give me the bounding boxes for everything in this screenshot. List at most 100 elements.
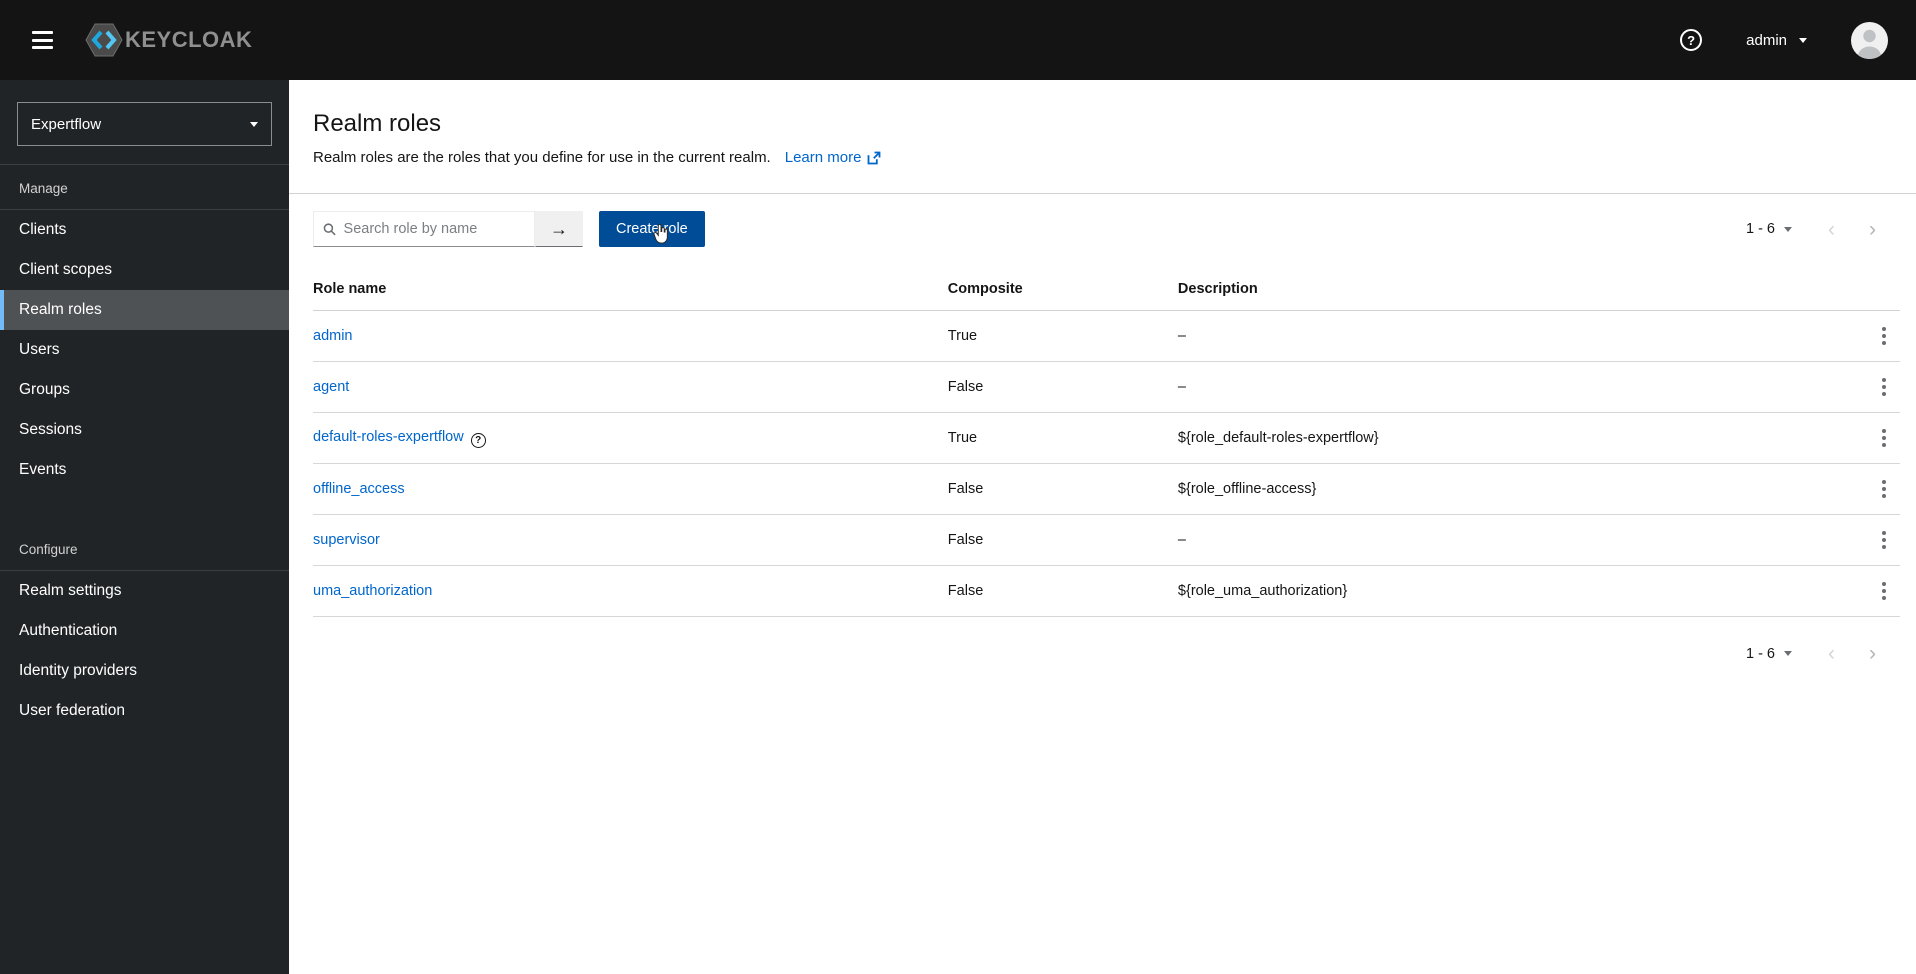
column-description: Description bbox=[1177, 273, 1854, 311]
sidebar-item-events[interactable]: Events bbox=[0, 450, 289, 490]
kebab-menu-button[interactable] bbox=[1874, 526, 1894, 554]
pagination-next-button[interactable]: › bbox=[1859, 219, 1886, 240]
pagination-top: 1 - 6 ‹ › bbox=[1746, 219, 1900, 240]
app-window: KEYCLOAK ? admin Expertflow Manage Clien… bbox=[0, 0, 1916, 974]
kebab-menu-button[interactable] bbox=[1874, 373, 1894, 401]
pagination-bottom: 1 - 6 ‹ › bbox=[289, 617, 1916, 664]
kebab-menu-button[interactable] bbox=[1874, 322, 1894, 350]
chevron-down-icon bbox=[1784, 226, 1792, 232]
sidebar-item-user-federation[interactable]: User federation bbox=[0, 691, 289, 731]
realm-selector-block: Expertflow bbox=[0, 102, 289, 165]
search-box bbox=[313, 211, 535, 247]
composite-cell: True bbox=[947, 310, 1178, 362]
description-cell: – bbox=[1177, 514, 1854, 566]
pagination-prev-button[interactable]: ‹ bbox=[1818, 219, 1845, 240]
actions-cell bbox=[1854, 463, 1900, 515]
role-name-cell: agent bbox=[313, 361, 948, 413]
composite-cell: False bbox=[947, 361, 1178, 413]
roles-table-body: admin True – agent False – default-roles-exper… bbox=[313, 310, 1900, 617]
learn-more-link[interactable]: Learn more bbox=[785, 149, 882, 166]
description-cell: ${role_uma_authorization} bbox=[1177, 565, 1854, 617]
create-role-label: Create role bbox=[616, 221, 688, 237]
search-submit-button[interactable]: → bbox=[535, 211, 583, 247]
sidebar-item-sessions[interactable]: Sessions bbox=[0, 410, 289, 450]
page-subtitle: Realm roles are the roles that you defin… bbox=[313, 149, 1892, 166]
table-row: supervisor False – bbox=[313, 514, 1900, 566]
sidebar-item-identity-providers[interactable]: Identity providers bbox=[0, 651, 289, 691]
page-description: Realm roles are the roles that you defin… bbox=[313, 149, 771, 166]
external-link-icon bbox=[868, 151, 881, 164]
sidebar-item-realm-roles[interactable]: Realm roles bbox=[0, 290, 289, 330]
composite-cell: True bbox=[947, 412, 1178, 464]
role-link[interactable]: agent bbox=[313, 379, 349, 395]
help-icon[interactable]: ? bbox=[470, 432, 486, 448]
role-link[interactable]: uma_authorization bbox=[313, 583, 432, 599]
avatar[interactable] bbox=[1851, 21, 1888, 59]
role-link[interactable]: admin bbox=[313, 328, 353, 344]
nav-group-title: Manage bbox=[0, 165, 289, 210]
page-title: Realm roles bbox=[313, 110, 442, 137]
learn-more-label: Learn more bbox=[784, 149, 862, 166]
description-cell: – bbox=[1177, 310, 1854, 362]
pagination-menu-toggle[interactable]: 1 - 6 bbox=[1746, 221, 1792, 237]
description-cell: ${role_default-roles-expertflow} bbox=[1177, 412, 1854, 464]
role-link[interactable]: offline_access bbox=[313, 481, 405, 497]
pagination-prev-button[interactable]: ‹ bbox=[1818, 643, 1845, 664]
table-row: agent False – bbox=[313, 361, 1900, 413]
keycloak-logo: KEYCLOAK bbox=[85, 23, 252, 57]
kebab-menu-button[interactable] bbox=[1874, 475, 1894, 503]
page-header: Realm roles Realm roles are the roles th… bbox=[289, 80, 1916, 166]
realm-selector[interactable]: Expertflow bbox=[17, 102, 272, 146]
actions-cell bbox=[1854, 412, 1900, 464]
table-row: admin True – bbox=[313, 310, 1900, 362]
actions-cell bbox=[1854, 565, 1900, 617]
brand-text: KEYCLOAK bbox=[125, 27, 253, 52]
kebab-menu-button[interactable] bbox=[1874, 424, 1894, 452]
sidebar-item-clients[interactable]: Clients bbox=[0, 210, 289, 250]
chevron-down-icon bbox=[1799, 37, 1807, 43]
toolbar: → Create role 1 - 6 ‹ › bbox=[289, 194, 1916, 247]
create-role-button[interactable]: Create role bbox=[599, 211, 705, 247]
column-composite: Composite bbox=[947, 273, 1178, 311]
user-menu-toggle[interactable]: admin bbox=[1746, 32, 1807, 49]
search-group: → bbox=[313, 211, 583, 247]
table-header-row: Role name Composite Description bbox=[313, 273, 1900, 311]
role-name-cell: offline_access bbox=[313, 463, 948, 515]
realm-name: Expertflow bbox=[31, 115, 102, 133]
sidebar-nav: Manage Clients Client scopes Realm roles Use… bbox=[0, 165, 289, 731]
sidebar-item-realm-settings[interactable]: Realm settings bbox=[0, 571, 289, 611]
masthead-right: ? admin bbox=[1680, 21, 1888, 59]
help-icon[interactable]: ? bbox=[1680, 29, 1703, 51]
kebab-menu-button[interactable] bbox=[1874, 577, 1894, 605]
sidebar-item-users[interactable]: Users bbox=[0, 330, 289, 370]
pagination-menu-toggle[interactable]: 1 - 6 bbox=[1746, 646, 1792, 662]
person-icon bbox=[1857, 29, 1882, 59]
pagination-range: 1 - 6 bbox=[1745, 221, 1775, 237]
pagination-range: 1 - 6 bbox=[1745, 645, 1775, 662]
pagination-next-button[interactable]: › bbox=[1859, 643, 1886, 664]
table-row: offline_access False ${role_offline-access… bbox=[313, 463, 1900, 515]
column-actions bbox=[1854, 273, 1900, 311]
masthead: KEYCLOAK ? admin bbox=[0, 0, 1916, 80]
chevron-down-icon bbox=[250, 121, 258, 127]
role-link[interactable]: supervisor bbox=[313, 532, 380, 548]
sidebar-item-groups[interactable]: Groups bbox=[0, 370, 289, 410]
username: admin bbox=[1746, 31, 1787, 49]
sidebar: Expertflow Manage Clients Client scopes Rea… bbox=[0, 80, 289, 974]
composite-cell: False bbox=[947, 565, 1178, 617]
nav-toggle-button[interactable] bbox=[26, 25, 59, 55]
role-link[interactable]: default-roles-expertflow bbox=[313, 429, 464, 445]
keycloak-hexagon-icon bbox=[85, 23, 123, 57]
actions-cell bbox=[1854, 310, 1900, 362]
arrow-right-icon: → bbox=[550, 218, 568, 239]
role-name-cell: default-roles-expertflow? bbox=[313, 412, 948, 464]
chevron-down-icon bbox=[1784, 651, 1792, 656]
nav-group: Manage Clients Client scopes Realm roles Use… bbox=[0, 165, 289, 490]
role-name-cell: admin bbox=[313, 310, 948, 362]
sidebar-item-client-scopes[interactable]: Client scopes bbox=[0, 250, 289, 290]
search-icon bbox=[323, 222, 336, 235]
description-cell: ${role_offline-access} bbox=[1177, 463, 1854, 515]
search-input[interactable] bbox=[343, 221, 532, 237]
sidebar-item-authentication[interactable]: Authentication bbox=[0, 611, 289, 651]
roles-table: Role name Composite Description admin Tru… bbox=[313, 273, 1900, 617]
